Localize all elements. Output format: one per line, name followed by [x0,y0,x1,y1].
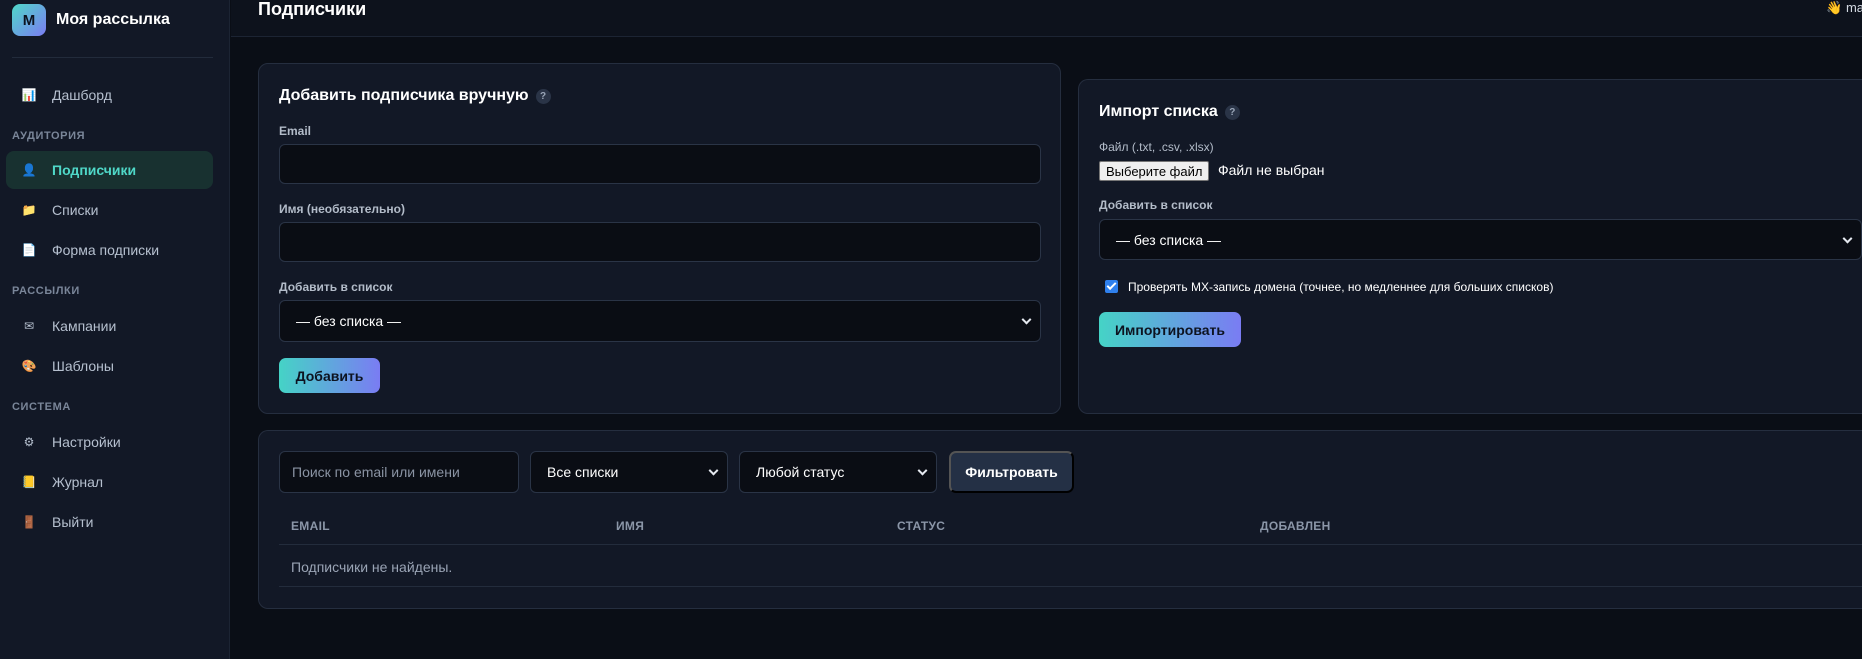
column-header-status: СТАТУС [897,519,946,533]
sidebar-item-label: Подписчики [52,162,137,178]
choose-file-button[interactable]: Выберите файл [1099,161,1210,181]
list-label: Добавить в список [279,280,393,294]
import-list-label: Добавить в список [1099,198,1213,212]
sidebar-item-dashboard[interactable]: 📊 Дашборд [6,76,213,114]
chevron-down-icon [1842,233,1853,244]
sidebar-item-lists[interactable]: 📁 Списки [6,191,213,229]
sidebar-item-signup-form[interactable]: 📄 Форма подписки [6,231,213,269]
sidebar-item-label: Списки [52,202,99,218]
import-button[interactable]: Импортировать [1099,312,1241,347]
file-status: Файл не выбран [1218,162,1325,178]
empty-table-message: Подписчики не найдены. [291,559,453,575]
chevron-down-icon [708,465,719,476]
column-header-name: ИМЯ [616,519,645,533]
sidebar-item-label: Настройки [52,434,121,450]
sidebar-item-templates[interactable]: 🎨 Шаблоны [6,347,213,385]
add-subscriber-card: Добавить подписчика вручную ? Email Имя … [258,63,1061,414]
sidebar-item-label: Форма подписки [52,242,160,258]
section-label-audience: Аудитория [12,130,86,142]
column-header-added: ДОБАВЛЕН [1260,519,1331,533]
search-input[interactable] [279,451,519,493]
help-icon[interactable]: ? [535,88,551,104]
email-label: Email [279,124,312,138]
add-subscriber-title: Добавить подписчика вручную ? [279,87,551,105]
section-label-mailings: Рассылки [12,285,80,297]
brand-name: Моя рассылка [56,11,170,28]
subscribers-table-card: Все списки Любой статус Фильтровать EMAI… [258,430,1862,609]
column-header-email: EMAIL [291,519,330,533]
import-list-select[interactable]: — без списка — [1099,219,1862,260]
card-title-text: Добавить подписчика вручную [279,87,529,104]
sidebar-divider [12,57,213,58]
folder-icon: 📁 [21,203,37,217]
chevron-down-icon [1021,314,1032,325]
table-row-divider [279,586,1862,587]
help-icon[interactable]: ? [1224,104,1240,120]
list-select-value: — без списка — [296,313,402,329]
document-icon: 📄 [21,243,37,257]
sidebar-item-subscribers[interactable]: 👤 Подписчики [6,151,213,189]
chart-icon: 📊 [21,88,37,102]
table-header-divider [279,544,1862,545]
sidebar: M Моя рассылка 📊 Дашборд Аудитория 👤 Под… [0,0,230,659]
sidebar-item-label: Выйти [52,514,94,530]
card-title-text: Импорт списка [1099,103,1218,120]
envelope-icon: ✉ [23,319,35,333]
email-field[interactable] [279,144,1041,184]
sidebar-item-log[interactable]: 📒 Журнал [6,463,213,501]
sidebar-item-label: Шаблоны [52,358,114,374]
page-title: Подписчики [258,0,367,19]
journal-icon: 📒 [21,475,37,489]
sidebar-item-label: Журнал [52,474,104,490]
filter-button[interactable]: Фильтровать [949,451,1074,493]
user-icon: 👤 [21,163,37,177]
sidebar-item-campaigns[interactable]: ✉ Кампании [6,307,213,345]
chevron-down-icon [917,465,928,476]
import-title: Импорт списка ? [1099,103,1240,121]
sidebar-item-label: Дашборд [52,87,112,103]
sidebar-item-logout[interactable]: 🚪 Выйти [6,503,213,541]
add-button[interactable]: Добавить [279,358,380,393]
mx-check-label[interactable]: Проверять MX-запись домена (точнее, но м… [1128,280,1553,294]
palette-icon: 🎨 [21,359,37,373]
sidebar-item-label: Кампании [52,318,117,334]
import-list-select-value: — без списка — [1116,231,1222,248]
mx-check-checkbox[interactable] [1105,280,1118,293]
file-label: Файл (.txt, .csv, .xlsx) [1099,140,1214,154]
status-filter-value: Любой статус [756,464,845,480]
lists-filter-value: Все списки [547,464,619,480]
brand-logo: M [12,4,46,36]
brand[interactable]: M Моя рассылка [12,4,170,36]
section-label-system: Система [12,401,71,413]
gear-icon: ⚙ [23,435,35,449]
list-select[interactable]: — без списка — [279,300,1041,342]
door-icon: 🚪 [21,515,37,529]
import-card: Импорт списка ? Файл (.txt, .csv, .xlsx)… [1078,79,1862,414]
name-field[interactable] [279,222,1041,262]
name-label: Имя (необязательно) [279,202,405,216]
sidebar-item-settings[interactable]: ⚙ Настройки [6,423,213,461]
top-header: Подписчики 👋 ma [231,0,1862,37]
user-greeting[interactable]: 👋 ma [1826,0,1862,16]
lists-filter-select[interactable]: Все списки [530,451,728,493]
status-filter-select[interactable]: Любой статус [739,451,937,493]
